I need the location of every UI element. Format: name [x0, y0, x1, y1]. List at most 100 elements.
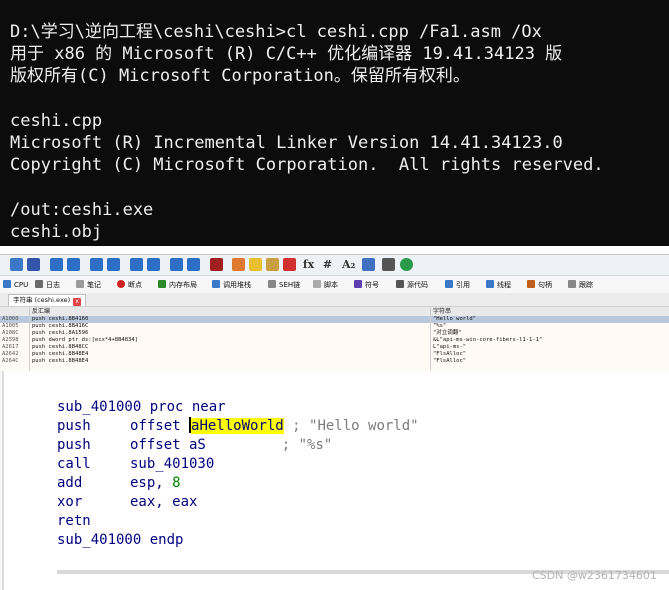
- source-icon: [396, 280, 404, 288]
- refresh-icon[interactable]: [10, 258, 23, 271]
- console-line: 用于 x86 的 Microsoft (R) C/C++ 优化编译器 19.41…: [10, 44, 563, 64]
- trace-icon[interactable]: [187, 258, 200, 271]
- asm-mnemonic: retn: [57, 513, 91, 529]
- table-row[interactable]: A2598 push dword ptr ds:[ecx*4+8B4834] &L"…: [0, 337, 669, 344]
- tab-label: 笔记: [87, 281, 101, 289]
- tab-notes[interactable]: 笔记: [76, 278, 101, 292]
- console-line: Copyright (C) Microsoft Corporation. All…: [10, 155, 604, 175]
- close-icon[interactable]: x: [73, 298, 82, 306]
- memory-icon[interactable]: [210, 258, 223, 271]
- subtab-label: 字符串 (ceshi.exe): [13, 296, 71, 304]
- debugger-window: fx # A₂ CPU 日志 笔记 断点 内存布局 调用堆栈 SEH链 脚本 符…: [0, 254, 669, 371]
- hash-icon[interactable]: #: [321, 258, 334, 271]
- asm-number: 8: [172, 475, 181, 491]
- table-row[interactable]: A2642 push ceshi.8B48E4 "FlsAlloc": [0, 351, 669, 358]
- asm-line[interactable]: push offset aS ; "%s": [57, 436, 332, 455]
- col-header-disassembly[interactable]: 反汇编: [32, 307, 50, 316]
- symbols-icon: [354, 280, 362, 288]
- run-icon[interactable]: [50, 258, 63, 271]
- watermark: CSDN @w2361734601: [532, 569, 657, 582]
- tab-label: 源代码: [407, 281, 428, 289]
- comment-icon[interactable]: [283, 258, 296, 271]
- table-row[interactable]: A1000 push ceshi.8B4160 "Hello world": [0, 316, 669, 323]
- breakpoint-icon: [117, 280, 125, 288]
- tab-label: SEH链: [279, 281, 301, 289]
- row-disassembly: push ceshi.8B416C: [32, 323, 89, 329]
- row-string: "Hello world": [433, 316, 477, 322]
- row-address: A264C: [2, 358, 19, 364]
- notes-icon: [76, 280, 84, 288]
- asm-line[interactable]: sub_401000 proc near: [57, 398, 226, 417]
- step-over-icon[interactable]: [90, 258, 103, 271]
- tab-breakpoints[interactable]: 断点: [117, 278, 142, 292]
- script-icon[interactable]: [362, 258, 375, 271]
- function-icon[interactable]: fx: [302, 258, 315, 271]
- highlight-icon[interactable]: [249, 258, 262, 271]
- patch-icon[interactable]: [232, 258, 245, 271]
- step-into-icon[interactable]: [67, 258, 80, 271]
- table-row[interactable]: A264C push ceshi.8B48E4 "FlsAlloc": [0, 358, 669, 365]
- asm-line[interactable]: push offset aHelloWorld ; "Hello world": [57, 417, 419, 436]
- handles-icon: [527, 280, 535, 288]
- tab-script[interactable]: 脚本: [313, 278, 338, 292]
- row-disassembly: push ceshi.8B48E4: [32, 351, 89, 357]
- tab-symbols[interactable]: 符号: [354, 278, 379, 292]
- tab-call-stack[interactable]: 调用堆栈: [212, 278, 251, 292]
- threads-icon: [486, 280, 494, 288]
- info-icon[interactable]: [400, 258, 413, 271]
- asm-operand-highlighted[interactable]: aHelloWorld: [191, 418, 284, 434]
- run-to-icon[interactable]: [130, 258, 143, 271]
- asm-operand: sub_401030: [130, 456, 215, 472]
- table-row[interactable]: A1005 push ceshi.8B416C "%s": [0, 323, 669, 330]
- row-address: A2642: [2, 351, 19, 357]
- row-disassembly: push ceshi.8B4160: [32, 316, 89, 322]
- tab-references[interactable]: 引用: [445, 278, 470, 292]
- row-string: &L"api-ms-win-core-fibers-l1-1-1": [433, 337, 543, 343]
- tab-handles[interactable]: 句柄: [527, 278, 552, 292]
- return-icon[interactable]: [147, 258, 160, 271]
- asm-line[interactable]: xor eax, eax: [57, 493, 197, 512]
- asm-line[interactable]: call sub_401030: [57, 455, 214, 474]
- asm-comment: ; "Hello world": [283, 418, 419, 434]
- asm-line[interactable]: sub_401000 endp: [57, 531, 183, 550]
- animate-icon[interactable]: [170, 258, 183, 271]
- asm-mnemonic: push: [57, 437, 91, 453]
- table-row[interactable]: A108C push ceshi.8A1596 "对立调翻": [0, 330, 669, 337]
- row-address: A1005: [2, 323, 19, 329]
- col-header-string[interactable]: 字符串: [433, 307, 451, 316]
- seh-icon: [268, 280, 276, 288]
- tab-log[interactable]: 日志: [35, 278, 60, 292]
- asm-listing[interactable]: sub_401000 proc near push offset aHelloWo…: [4, 371, 669, 590]
- console-line: ceshi.cpp: [10, 111, 103, 131]
- tab-memory-map[interactable]: 内存布局: [158, 278, 197, 292]
- trace-tab-icon: [568, 280, 576, 288]
- strings-table: 反汇编 字符串 A1000 push ceshi.8B4160 "Hello wor…: [0, 307, 669, 371]
- asm-operand: eax, eax: [130, 494, 198, 510]
- row-address: A2617: [2, 344, 19, 350]
- calculator-icon[interactable]: [382, 258, 395, 271]
- tab-cpu[interactable]: CPU: [3, 278, 28, 292]
- tab-trace[interactable]: 跟踪: [568, 278, 593, 292]
- tab-label: 调用堆栈: [223, 281, 251, 289]
- font-icon[interactable]: A₂: [342, 258, 355, 271]
- stop-icon[interactable]: [27, 258, 40, 271]
- ida-disassembly-view: sub_401000 proc near push offset aHelloWo…: [0, 371, 669, 590]
- tab-strings-ceshi[interactable]: 字符串 (ceshi.exe) x: [8, 294, 87, 306]
- tab-source[interactable]: 源代码: [396, 278, 428, 292]
- debugger-tab-bar: CPU 日志 笔记 断点 内存布局 调用堆栈 SEH链 脚本 符号 源代码 引用…: [0, 276, 669, 294]
- row-disassembly: push dword ptr ds:[ecx*4+8B4834]: [32, 337, 138, 343]
- step-out-icon[interactable]: [107, 258, 120, 271]
- tab-seh[interactable]: SEH链: [268, 278, 300, 292]
- row-string: "FlsAlloc": [433, 351, 467, 357]
- asm-label: sub_401000 endp: [57, 532, 184, 548]
- table-row[interactable]: A2617 push ceshi.8B48CC L"api-ms-": [0, 344, 669, 351]
- references-icon: [445, 280, 453, 288]
- row-address: A108C: [2, 330, 19, 336]
- row-string: "%s": [433, 323, 447, 329]
- console-window: D:\学习\逆向工程\ceshi\ceshi>cl ceshi.cpp /Fa1…: [0, 0, 669, 246]
- tab-threads[interactable]: 线程: [486, 278, 511, 292]
- bookmark-icon[interactable]: [266, 258, 279, 271]
- tab-label: 符号: [365, 281, 379, 289]
- asm-line[interactable]: add esp, 8: [57, 474, 181, 493]
- asm-line[interactable]: retn: [57, 512, 91, 531]
